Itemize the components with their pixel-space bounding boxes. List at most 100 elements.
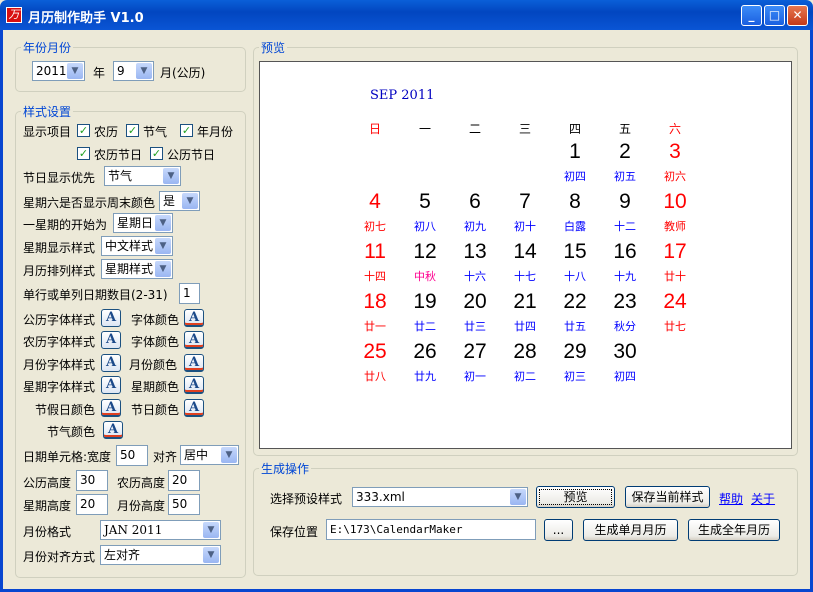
lunar-label: 十七 — [514, 270, 536, 283]
day-number[interactable]: 19 — [400, 290, 450, 314]
day-number[interactable]: 2 — [600, 140, 650, 164]
week-start-select[interactable]: 星期日 ▼ — [113, 213, 173, 233]
lunar-label: 秋分 — [614, 320, 636, 333]
day-number[interactable]: 27 — [450, 340, 500, 364]
font-style-button[interactable]: A — [101, 354, 121, 372]
saturday-weekend-select[interactable]: 是 ▼ — [159, 191, 200, 211]
checkbox-1[interactable]: ✓ — [126, 124, 139, 137]
preview-button[interactable]: 预览 — [536, 486, 615, 508]
lunar-label: 初二 — [514, 370, 536, 383]
month-align-select[interactable]: 左对齐 ▼ — [100, 545, 221, 565]
title-bar[interactable]: 万 月历制作助手 V1.0 _ □ ✕ — [0, 0, 813, 30]
checkbox-2[interactable]: ✓ — [180, 124, 193, 137]
day-number[interactable]: 28 — [500, 340, 550, 364]
month-select[interactable]: 9 ▼ — [113, 61, 154, 81]
generate-group-label: 生成操作 — [259, 460, 312, 477]
about-link[interactable]: 关于 — [751, 490, 775, 507]
font-style-button[interactable]: A — [101, 309, 121, 327]
day-number[interactable]: 26 — [400, 340, 450, 364]
lunar-label: 初四 — [614, 370, 636, 383]
font-style-button[interactable]: A — [101, 331, 121, 349]
color-row-label: 字体颜色 — [131, 335, 180, 349]
chevron-down-icon: ▼ — [203, 547, 219, 563]
minimize-button[interactable]: _ — [741, 5, 762, 26]
calendar-month-title: SEP 2011 — [370, 88, 435, 103]
holiday-priority-select[interactable]: 节气 ▼ — [104, 166, 181, 186]
font-color-button[interactable]: A — [184, 331, 204, 349]
month-format-select[interactable]: JAN 2011 ▼ — [100, 520, 221, 540]
day-number[interactable]: 25 — [350, 340, 400, 364]
day-number[interactable]: 6 — [450, 190, 500, 214]
week-display-select[interactable]: 中文样式 ▼ — [101, 236, 173, 256]
month-height-label: 月份高度 — [117, 499, 166, 513]
checkbox-3[interactable]: ✓ — [77, 147, 90, 160]
lunar-label: 十四 — [364, 270, 386, 283]
day-number[interactable]: 12 — [400, 240, 450, 264]
lunar-label: 初六 — [664, 170, 686, 183]
font-row-label: 节气颜色 — [47, 425, 96, 439]
day-number[interactable]: 1 — [550, 140, 600, 164]
font-color-button[interactable]: A — [184, 309, 204, 327]
day-number[interactable]: 23 — [600, 290, 650, 314]
weekday-header: 四 — [568, 122, 581, 136]
day-number[interactable]: 15 — [550, 240, 600, 264]
checkbox-label: 年月份 — [197, 125, 234, 139]
align-select[interactable]: 居中 ▼ — [180, 445, 239, 465]
month-height-input[interactable]: 50 — [168, 494, 200, 515]
day-number[interactable]: 17 — [650, 240, 700, 264]
month-align-label: 月份对齐方式 — [23, 550, 96, 564]
day-number[interactable]: 10 — [650, 190, 700, 214]
font-style-button[interactable]: A — [103, 421, 123, 439]
day-number[interactable]: 21 — [500, 290, 550, 314]
day-number[interactable]: 7 — [500, 190, 550, 214]
day-number[interactable]: 16 — [600, 240, 650, 264]
day-number[interactable]: 9 — [600, 190, 650, 214]
lunar-height-input[interactable]: 20 — [168, 470, 200, 491]
day-number[interactable]: 8 — [550, 190, 600, 214]
day-number[interactable]: 18 — [350, 290, 400, 314]
chevron-down-icon: ▼ — [155, 261, 171, 277]
day-number[interactable]: 14 — [500, 240, 550, 264]
font-style-button[interactable]: A — [101, 399, 121, 417]
chevron-down-icon: ▼ — [221, 447, 237, 463]
week-start-value: 星期日 — [117, 216, 154, 230]
generate-full-year-button[interactable]: 生成全年月历 — [688, 519, 780, 541]
layout-select[interactable]: 星期样式 ▼ — [101, 259, 173, 279]
font-color-button[interactable]: A — [184, 354, 204, 372]
help-link[interactable]: 帮助 — [719, 490, 743, 507]
month-format-value: JAN 2011 — [104, 523, 163, 537]
day-number[interactable]: 30 — [600, 340, 650, 364]
font-color-button[interactable]: A — [184, 376, 204, 394]
preset-select[interactable]: 333.xml ▼ — [352, 487, 528, 507]
checkbox-4[interactable]: ✓ — [150, 147, 163, 160]
lunar-label: 初五 — [614, 170, 636, 183]
maximize-button[interactable]: □ — [764, 5, 785, 26]
day-number[interactable]: 3 — [650, 140, 700, 164]
day-number[interactable]: 11 — [350, 240, 400, 264]
font-row-label: 农历字体样式 — [23, 335, 96, 349]
weekday-header: 日 — [368, 122, 381, 136]
day-number[interactable]: 29 — [550, 340, 600, 364]
year-select[interactable]: 2011 ▼ — [32, 61, 85, 81]
day-number[interactable]: 13 — [450, 240, 500, 264]
browse-button[interactable]: ... — [544, 519, 573, 541]
saturday-weekend-label: 星期六是否显示周末颜色 — [23, 196, 156, 210]
close-button[interactable]: ✕ — [787, 5, 808, 26]
solar-height-input[interactable]: 30 — [76, 470, 108, 491]
generate-single-month-button[interactable]: 生成单月月历 — [583, 519, 678, 541]
week-height-input[interactable]: 20 — [76, 494, 108, 515]
save-style-button[interactable]: 保存当前样式 — [625, 486, 710, 508]
day-number[interactable]: 24 — [650, 290, 700, 314]
day-number[interactable]: 5 — [400, 190, 450, 214]
cell-width-input[interactable]: 50 — [116, 445, 148, 466]
preset-label: 选择预设样式 — [270, 492, 343, 506]
day-number[interactable]: 20 — [450, 290, 500, 314]
font-color-button[interactable]: A — [184, 399, 204, 417]
save-path-input[interactable]: E:\173\CalendarMaker — [326, 519, 536, 540]
lunar-label: 初三 — [564, 370, 586, 383]
checkbox-0[interactable]: ✓ — [77, 124, 90, 137]
dates-per-row-input[interactable]: 1 — [179, 283, 200, 304]
day-number[interactable]: 22 — [550, 290, 600, 314]
font-style-button[interactable]: A — [101, 376, 121, 394]
day-number[interactable]: 4 — [350, 190, 400, 214]
